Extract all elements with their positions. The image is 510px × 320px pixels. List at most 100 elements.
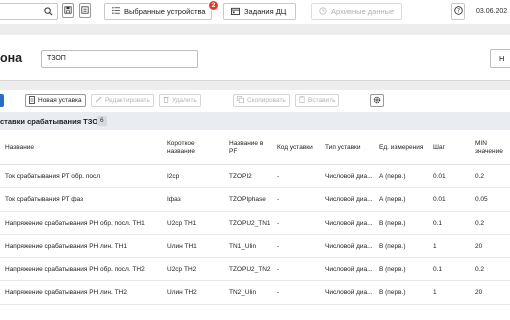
cell-unit: А (перв.)	[379, 173, 406, 180]
clock-icon	[319, 6, 327, 17]
cell-code: -	[277, 289, 280, 297]
cell-min: 20	[475, 242, 483, 250]
cell-min: 0.05	[475, 196, 488, 204]
selected-devices-label: Выбранные устройства	[124, 7, 206, 16]
cell-pf-name: TZOPIphase	[229, 196, 266, 204]
cell-type: Числовой диа...	[325, 242, 373, 250]
page-title: она	[0, 51, 23, 65]
cell-unit: В (перв.)	[379, 242, 406, 250]
table-row[interactable]: Напряжение срабатывания РН обр. посл. ТН…	[0, 211, 510, 235]
table-row[interactable]: Ток срабатывания РТ обр. посл I2ср TZOPI…	[0, 165, 510, 189]
cell-name: Напряжение срабатывания РН лин. ТН2	[5, 289, 127, 297]
cell-short-name: Uлин ТН1	[167, 242, 197, 250]
cell-short-name: U2ср ТН2	[167, 266, 197, 274]
cell-name: Напряжение срабатывания РН обр. посл. ТН…	[5, 219, 145, 227]
edit-button[interactable]: Редактировать	[91, 94, 154, 107]
column-header-step[interactable]: Шаг	[433, 130, 471, 165]
cell-pf-name: TZOPU2_TN1	[229, 219, 271, 227]
settings-button[interactable]	[370, 94, 384, 107]
settings-toolbar: Новая уставка Редактировать Удалить Скоп…	[0, 90, 510, 112]
cell-short-name: Uлин ТН2	[167, 289, 197, 297]
cell-pf-name: TN2_Ulin	[229, 289, 257, 297]
edit-label: Редактировать	[105, 97, 150, 104]
column-header-unit[interactable]: Ед. измерения	[379, 130, 431, 165]
delete-button[interactable]: Удалить	[159, 94, 201, 107]
table-row[interactable]: Ток срабатывания РТ фаз Iфаз TZOPIphase …	[0, 188, 510, 212]
dc-tasks-button[interactable]: Задания ДЦ	[223, 3, 296, 20]
archive-data-button[interactable]: Архивные данные	[311, 3, 402, 20]
section-title: ставки срабатывания ТЗОП	[0, 117, 104, 126]
cell-type: Числовой диа...	[325, 266, 373, 274]
help-icon: ?	[453, 6, 463, 17]
table-row[interactable]: Напряжение срабатывания РН обр. посл. ТН…	[0, 258, 510, 282]
trash-icon	[163, 96, 169, 105]
page-header: она ТЗОП Н	[0, 35, 510, 81]
settings-section-header: ставки срабатывания ТЗОП 6	[0, 112, 510, 130]
dc-tasks-label: Задания ДЦ	[244, 7, 287, 16]
new-setting-button[interactable]: Новая уставка	[25, 94, 86, 107]
table-row[interactable]: Напряжение срабатывания РН лин. ТН1 Uлин…	[0, 234, 510, 259]
column-header-pf-name[interactable]: Название в PF	[229, 130, 275, 165]
current-date: 03.06.202	[476, 8, 508, 15]
cell-step: 1	[433, 289, 437, 297]
cell-pf-name: TZOPU2_TN2	[229, 266, 271, 274]
cell-step: 0.1	[433, 266, 443, 274]
cell-type: Числовой диа...	[325, 289, 373, 297]
cell-step: 1	[433, 242, 437, 250]
delete-label: Удалить	[172, 97, 197, 104]
header-right-button[interactable]: Н	[490, 49, 510, 68]
search-input[interactable]	[0, 3, 58, 20]
column-header-name[interactable]: Название	[5, 130, 165, 165]
svg-text:?: ?	[456, 9, 459, 15]
cell-code: -	[277, 219, 280, 227]
cell-unit: В (перв.)	[379, 266, 406, 274]
table-header: Название Короткое название Название в PF К…	[0, 130, 510, 165]
search-icon[interactable]	[44, 7, 53, 18]
column-header-code[interactable]: Код уставки	[277, 130, 322, 165]
cell-min: 0.2	[475, 219, 485, 227]
export-icon	[81, 5, 89, 16]
new-setting-label: Новая уставка	[38, 97, 82, 104]
save-icon	[64, 5, 72, 16]
cell-name: Ток срабатывания РТ обр. посл	[5, 173, 101, 180]
primary-button-edge[interactable]	[0, 94, 4, 107]
paste-label: Вставить	[308, 97, 336, 104]
cell-type: Числовой диа...	[325, 196, 373, 204]
cell-pf-name: TZOPI2	[229, 173, 252, 180]
copy-icon	[237, 96, 244, 105]
cell-code: -	[277, 266, 280, 274]
cell-min: 0.2	[475, 266, 485, 274]
section-divider	[0, 81, 510, 90]
document-icon	[29, 95, 35, 106]
protection-filter-input[interactable]: ТЗОП	[41, 50, 198, 68]
column-header-type[interactable]: Тип уставки	[325, 130, 375, 165]
pencil-icon	[95, 96, 102, 105]
cell-short-name: U2ср ТН1	[167, 219, 197, 227]
cell-short-name: Iфаз	[167, 196, 181, 204]
cell-unit: В (перв.)	[379, 219, 406, 227]
cell-pf-name: TN1_Ulin	[229, 242, 257, 250]
devices-count-badge: 2	[208, 0, 219, 11]
paste-icon	[299, 96, 305, 105]
cell-type: Числовой диа...	[325, 173, 373, 180]
archive-data-label: Архивные данные	[331, 7, 395, 16]
cell-min: 0.2	[475, 173, 485, 180]
settings-count-badge: 6	[97, 116, 107, 126]
export-button[interactable]	[79, 3, 91, 18]
table-row[interactable]: Напряжение срабатывания РН лин. ТН2 Uлин…	[0, 281, 510, 305]
copy-button[interactable]: Скопировать	[233, 94, 290, 107]
cell-code: -	[277, 242, 280, 250]
column-header-min[interactable]: MIN значение	[475, 130, 510, 165]
cell-min: 20	[475, 289, 483, 297]
copy-label: Скопировать	[247, 97, 286, 104]
cell-step: 0.1	[433, 219, 443, 227]
paste-button[interactable]: Вставить	[295, 94, 339, 107]
cell-step: 0.01	[433, 196, 446, 204]
selected-devices-button[interactable]: Выбранные устройства	[104, 3, 212, 20]
cell-code: -	[277, 196, 280, 204]
save-button[interactable]	[62, 3, 74, 18]
column-header-short-name[interactable]: Короткое название	[167, 130, 225, 165]
help-button[interactable]: ?	[451, 3, 465, 20]
top-divider	[0, 24, 510, 35]
cell-code: -	[277, 173, 280, 180]
